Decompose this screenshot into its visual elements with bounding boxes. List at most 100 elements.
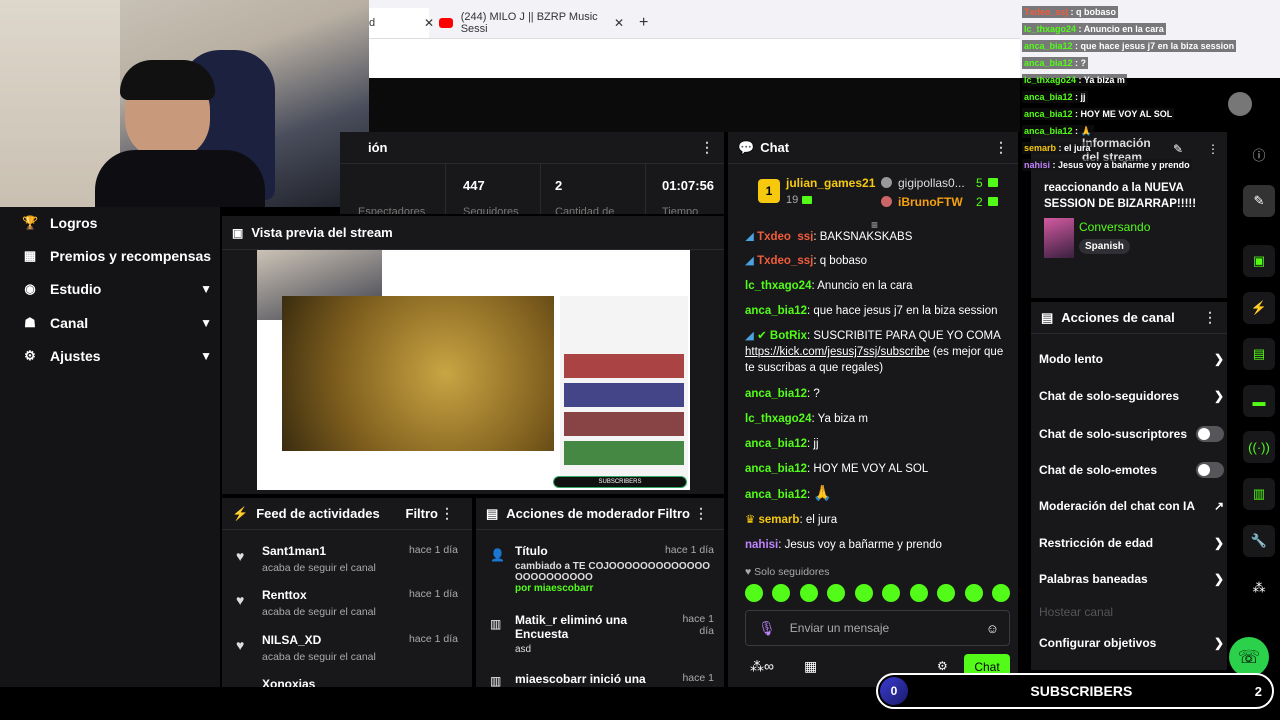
emote-icon[interactable] [854,584,873,602]
lightning-icon: ⚡ [232,505,249,521]
document-icon[interactable]: ▤ [1243,338,1275,370]
more-icon[interactable]: ⋮ [700,139,714,156]
avatar[interactable] [1228,92,1252,116]
mod-actions-panel: ▤ Acciones de moderador Filtro ⋮ 👤 Títul… [476,498,724,687]
trophy-icon: 🏆 [22,215,39,230]
more-icon[interactable]: ⋮ [1207,142,1219,156]
store-icon[interactable]: ▦ [804,658,817,675]
feed-item: Xonoxias [262,677,316,687]
infinity-icon[interactable]: ⁂∞ [750,658,774,675]
mod-item: ▥ miaescobarr inició una hace 1 [490,672,714,687]
preview-icon[interactable]: ▣ [1243,245,1275,277]
chat-input[interactable]: 🎙 Enviar un mensaje ☺ [745,610,1010,646]
feed-filter-button[interactable]: Filtro [406,506,439,521]
more-icon[interactable]: ⋮ [694,505,708,522]
browser-tab-active[interactable]: d ✕ [369,8,434,38]
chat-icon[interactable]: ▬ [1243,385,1275,417]
emotes-only-toggle[interactable] [1196,462,1224,478]
close-icon[interactable]: ✕ [614,16,624,30]
emote-icon[interactable] [991,584,1010,602]
rank-badge: 1 [758,179,780,203]
sidebar-item-logros[interactable]: 🏆 Logros [22,215,97,231]
top-gifter-name[interactable]: julian_games21 [786,176,875,190]
preview-thumb [564,441,684,465]
emote-icon[interactable] [827,584,846,602]
broadcast-icon[interactable]: ((·)) [1243,431,1275,463]
edit-icon[interactable]: ✎ [1173,142,1183,156]
heart-icon: ♥ [236,592,245,608]
emote-icon[interactable] [964,584,983,602]
mod-item: 👤 Título cambiado a TE COJOOOOOOOOOOOOOO… [490,544,714,594]
emote-icon[interactable] [799,584,818,602]
action-subscribers-only: Chat de solo-suscriptores [1039,426,1224,442]
gear-icon: ⚙ [24,348,36,363]
preview-video-frame [282,296,554,451]
chevron-down-icon: ▼ [200,316,212,330]
preview-icon: ▣ [232,225,244,240]
stream-info-panel: Información del stream ✎ ⋮ reaccionando … [1031,132,1227,298]
overlay-message: semarb : el jura [1022,142,1093,154]
browser-tab-youtube[interactable]: (244) MILO J || BZRP Music Sessi ✕ [439,8,624,38]
tab-label: (244) MILO J || BZRP Music Sessi [460,11,598,35]
action-configure-goals[interactable]: Configurar objetivos ❯ [1039,636,1224,650]
address-bar[interactable] [369,38,1020,78]
user-edit-icon: 👤 [490,548,505,562]
action-emotes-only: Chat de solo-emotes [1039,462,1224,478]
stats-panel: ión ⋮ 447 2 01:07:56 Espectadores Seguid… [340,132,724,214]
mod-filter-button[interactable]: Filtro [658,506,691,521]
settings-icon[interactable]: ⚙ [937,659,948,673]
sidebar-item-premios[interactable]: ▦ Premios y recompensas [22,248,212,264]
gifter-name[interactable]: iBrunoFTW [898,195,963,209]
action-followers-only[interactable]: Chat de solo-seguidores ❯ [1039,389,1224,403]
emote-icon[interactable] [937,584,956,602]
wrench-icon[interactable]: 🔧 [1243,525,1275,557]
stream-preview-video[interactable]: SUBSCRIBERS [257,250,690,490]
overlay-message: lc_thxago24 : Anuncio en la cara [1022,23,1166,35]
emote-icon[interactable] [745,584,763,602]
chat-message: ♛ semarb: el jura [745,514,838,526]
sidebar-item-estudio[interactable]: ◉ Estudio ▼ [22,281,212,297]
emote-icon[interactable] [772,584,791,602]
studio-icon: ◉ [24,281,36,296]
action-ai-moderation[interactable]: Moderación del chat con IA ↗ [1039,499,1224,513]
preview-thumb [564,412,684,436]
more-icon[interactable]: ⋮ [1203,309,1217,326]
subscribe-link[interactable]: https://kick.com/jesusj7ssj/subscribe [745,346,930,358]
emote-icon[interactable] [882,584,901,602]
subscribers-current: 0 [880,677,908,705]
support-icon[interactable]: ☏ [1229,637,1269,677]
apps-icon[interactable]: ⁂ [1243,572,1275,604]
subscribers-label: SUBSCRIBERS [1030,683,1133,699]
gifter-name[interactable]: gigipollas0... [898,176,965,190]
new-tab-button[interactable]: + [639,8,659,38]
info-icon[interactable]: ⓘ [1243,138,1275,170]
action-slow-mode[interactable]: Modo lento ❯ [1039,352,1224,366]
sidebar-item-canal[interactable]: ☗ Canal ▼ [22,315,212,331]
sidebar-item-ajustes[interactable]: ⚙ Ajustes ▼ [22,348,212,364]
rank-2-icon [881,177,892,188]
action-banned-words[interactable]: Palabras baneadas ❯ [1039,572,1224,586]
microphone-icon[interactable]: 🎙 [758,620,776,637]
more-icon[interactable]: ⋮ [994,139,1008,156]
subscribers-only-toggle[interactable] [1196,426,1224,442]
category-name[interactable]: Conversando [1079,220,1150,234]
emote-icon[interactable] [909,584,928,602]
stat-followers: 2 [555,178,563,193]
close-icon[interactable]: ✕ [424,16,434,30]
edit-icon[interactable]: ✎ [1243,185,1275,217]
preview-thumb [564,354,684,378]
subscribers-goal: 2 [1254,683,1262,699]
more-icon[interactable]: ⋮ [440,505,454,522]
chat-bubble-icon: 💬 [738,139,755,155]
action-age-restriction[interactable]: Restricción de edad ❯ [1039,536,1224,550]
gift-icon [988,197,998,206]
action-host-channel: Hostear canal [1039,605,1114,619]
tab-label: d [369,17,376,29]
youtube-icon [439,18,453,28]
lightning-icon[interactable]: ⚡ [1243,292,1275,324]
mod-icon[interactable]: ▥ [1243,478,1275,510]
chevron-right-icon: ❯ [1213,352,1224,366]
heart-icon: ♥ [236,637,245,653]
emoji-icon[interactable]: ☺ [986,621,999,636]
overlay-message: lc_thxago24 : Ya biza m [1022,74,1127,86]
